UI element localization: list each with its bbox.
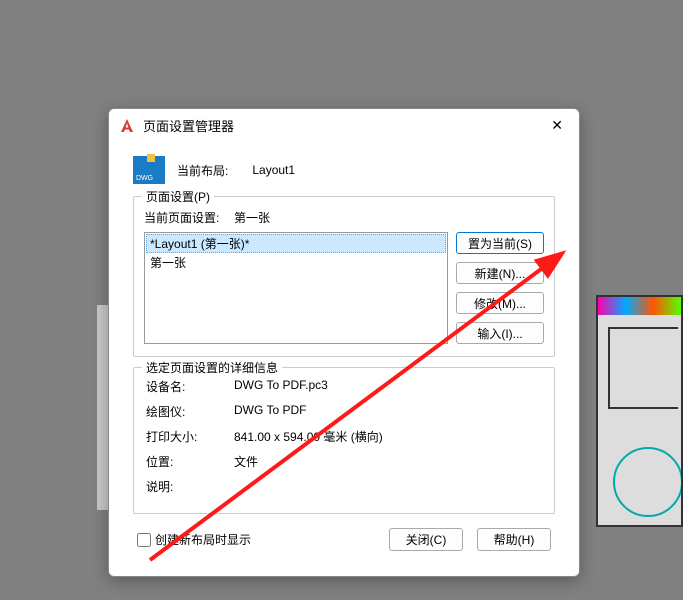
plotter-label: 绘图仪: — [146, 403, 234, 420]
list-item[interactable]: 第一张 — [146, 253, 446, 272]
drawing-color-bar — [598, 297, 681, 315]
details-fieldset: 选定页面设置的详细信息 设备名: DWG To PDF.pc3 绘图仪: DWG… — [133, 367, 555, 514]
list-item[interactable]: *Layout1 (第一张)* — [146, 234, 446, 253]
details-legend: 选定页面设置的详细信息 — [142, 359, 282, 376]
modify-button[interactable]: 修改(M)... — [456, 292, 544, 314]
location-label: 位置: — [146, 453, 234, 470]
current-setup-label: 当前页面设置: — [144, 209, 234, 226]
current-layout-label: 当前布局: — [177, 162, 228, 179]
page-setup-fieldset: 页面设置(P) 当前页面设置: 第一张 *Layout1 (第一张)* 第一张 … — [133, 196, 555, 357]
background-drawing-panel — [596, 295, 683, 527]
device-value: DWG To PDF.pc3 — [234, 378, 542, 395]
new-button[interactable]: 新建(N)... — [456, 262, 544, 284]
size-value: 841.00 x 594.00 毫米 (横向) — [234, 428, 542, 445]
current-layout-row: DWG 当前布局: Layout1 — [133, 156, 555, 184]
close-button-footer[interactable]: 关闭(C) — [389, 528, 463, 551]
help-button[interactable]: 帮助(H) — [477, 528, 551, 551]
current-setup-value: 第一张 — [234, 209, 270, 226]
page-setup-manager-dialog: 页面设置管理器 ✕ DWG 当前布局: Layout1 页面设置(P) 当前页面… — [108, 108, 580, 577]
page-setup-listbox[interactable]: *Layout1 (第一张)* 第一张 — [144, 232, 448, 344]
close-button[interactable]: ✕ — [545, 117, 569, 134]
set-current-button[interactable]: 置为当前(S) — [456, 232, 544, 254]
plotter-value: DWG To PDF — [234, 403, 542, 420]
location-value: 文件 — [234, 453, 542, 470]
current-layout-name: Layout1 — [252, 163, 295, 177]
autocad-app-icon — [119, 118, 135, 134]
import-button[interactable]: 输入(I)... — [456, 322, 544, 344]
dialog-title: 页面设置管理器 — [143, 116, 545, 135]
description-label: 说明: — [146, 478, 234, 495]
page-setup-legend: 页面设置(P) — [142, 188, 214, 205]
dwg-file-icon: DWG — [133, 156, 165, 184]
device-label: 设备名: — [146, 378, 234, 395]
show-on-new-layout-label[interactable]: 创建新布局时显示 — [155, 531, 251, 548]
titlebar: 页面设置管理器 ✕ — [109, 109, 579, 142]
size-label: 打印大小: — [146, 428, 234, 445]
show-on-new-layout-checkbox[interactable] — [137, 533, 151, 547]
description-value — [234, 478, 542, 495]
